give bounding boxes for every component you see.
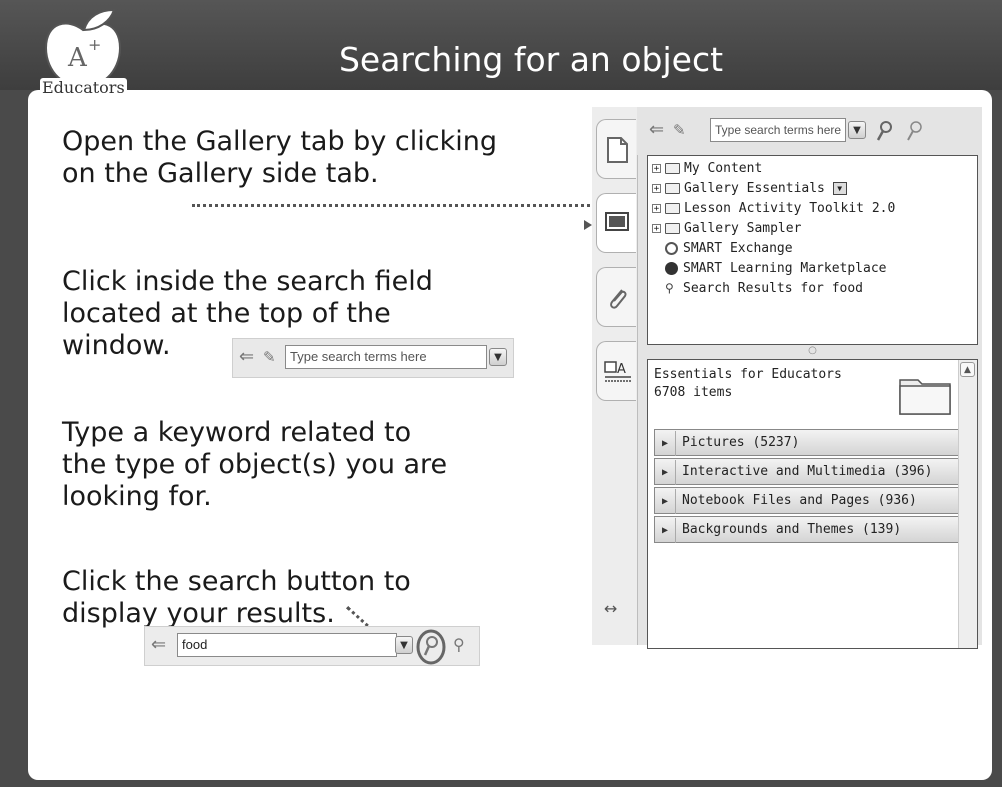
gallery-tree: + My Content + Gallery Essentials ▼ + Lesso… <box>647 155 978 345</box>
svg-text:A: A <box>67 43 88 73</box>
tree-item-label: Gallery Essentials <box>684 181 825 196</box>
collection-count: 6708 items <box>654 385 733 400</box>
pen-icon: ✎ <box>263 348 276 366</box>
tree-item-label: Lesson Activity Toolkit 2.0 <box>684 201 896 216</box>
expand-arrow-icon[interactable]: ▶ <box>655 518 676 543</box>
page-icon <box>607 137 628 163</box>
tree-item-smart-learning-marketplace[interactable]: SMART Learning Marketplace <box>665 261 887 281</box>
search-input-food[interactable]: food <box>177 633 397 657</box>
side-tabs: A ↔ <box>592 107 638 645</box>
tree-item-label: My Content <box>684 161 763 176</box>
globe-icon <box>665 242 678 255</box>
back-arrow-icon: ⇐ <box>151 634 167 655</box>
expand-icon[interactable]: + <box>652 204 661 214</box>
instruction-line: Open the Gallery tab by clicking <box>62 126 497 157</box>
clear-search-icon[interactable] <box>903 119 925 143</box>
category-backgrounds-themes[interactable]: ▶ Backgrounds and Themes (139) <box>654 516 959 543</box>
instruction-line: on the Gallery side tab. <box>62 158 379 189</box>
tree-item-search-results[interactable]: ⚲ Search Results for food <box>665 281 863 301</box>
instruction-line: looking for. <box>62 481 212 512</box>
instruction-line: Type a keyword related to <box>62 417 412 448</box>
clear-search-icon[interactable]: ⚲ <box>453 635 465 655</box>
paperclip-icon <box>610 289 627 309</box>
expand-arrow-icon[interactable]: ▶ <box>655 460 676 485</box>
pane-splitter[interactable]: ○ <box>647 345 978 359</box>
gallery-content-pane: Essentials for Educators 6708 items ▶ Pic… <box>647 359 978 649</box>
item-menu-icon[interactable]: ▼ <box>832 182 847 195</box>
svg-text:A: A <box>617 362 626 377</box>
scroll-up-icon[interactable]: ▲ <box>960 362 975 377</box>
category-label: Notebook Files and Pages (936) <box>682 493 917 508</box>
folder-icon <box>665 183 680 194</box>
gallery-panel: A ↔ ⇐ ✎ Type search terms here ▼ + My Con… <box>592 107 982 649</box>
gallery-image-icon <box>605 212 629 231</box>
category-label: Pictures (5237) <box>682 435 800 450</box>
tree-item-label: Gallery Sampler <box>684 221 802 236</box>
category-label: Backgrounds and Themes (139) <box>682 522 902 537</box>
expand-icon[interactable]: + <box>652 164 661 174</box>
instruction-step-1: Open the Gallery tab by clicking on the … <box>62 126 497 190</box>
back-arrow-icon: ⇐ <box>239 346 255 367</box>
tree-item-label: SMART Exchange <box>683 241 793 256</box>
search-bar-example: ⇐ ✎ Type search terms here ▼ <box>232 338 514 378</box>
search-input-example[interactable]: Type search terms here <box>285 345 487 369</box>
tree-item-my-content[interactable]: + My Content <box>652 161 762 181</box>
chevron-down-icon[interactable]: ▼ <box>489 348 507 366</box>
folder-icon <box>665 223 680 234</box>
expand-arrow-icon[interactable]: ▶ <box>655 431 676 456</box>
gallery-toolbar: ⇐ ✎ Type search terms here ▼ <box>637 107 982 155</box>
search-button-highlight-circle[interactable] <box>415 629 447 665</box>
tree-item-label: Search Results for food <box>683 281 864 296</box>
marketplace-icon <box>665 262 678 275</box>
instruction-line: the type of object(s) you are <box>62 449 448 480</box>
category-interactive-multimedia[interactable]: ▶ Interactive and Multimedia (396) <box>654 458 959 485</box>
tree-item-gallery-essentials[interactable]: + Gallery Essentials ▼ <box>652 181 847 201</box>
tree-item-gallery-sampler[interactable]: + Gallery Sampler <box>652 221 801 241</box>
pointer-arrowhead <box>584 220 592 230</box>
pen-icon[interactable]: ✎ <box>673 120 686 140</box>
back-arrow-icon[interactable]: ⇐ <box>649 120 664 140</box>
search-bar-example-food: ⇐ food ▼ ⚲ <box>144 626 480 666</box>
category-notebook-files[interactable]: ▶ Notebook Files and Pages (936) <box>654 487 959 514</box>
instruction-line: Click the search button to <box>62 566 411 597</box>
instruction-step-3: Type a keyword related to the type of ob… <box>62 417 447 513</box>
tree-item-lesson-activity-toolkit[interactable]: + Lesson Activity Toolkit 2.0 <box>652 201 895 221</box>
scrollbar[interactable]: ▲ <box>958 360 977 648</box>
category-pictures[interactable]: ▶ Pictures (5237) <box>654 429 959 456</box>
tab-attachments[interactable] <box>596 267 636 327</box>
star-folder-icon <box>665 163 680 174</box>
expand-icon[interactable]: + <box>652 184 661 194</box>
collection-header: Essentials for Educators 6708 items <box>654 366 842 402</box>
tab-properties[interactable]: A <box>596 341 636 401</box>
folder-icon <box>899 379 951 415</box>
slide-title: Searching for an object <box>338 40 724 79</box>
expand-icon[interactable]: + <box>652 224 661 234</box>
folder-icon <box>665 203 680 214</box>
tab-gallery[interactable] <box>596 193 636 253</box>
gallery-search-input[interactable]: Type search terms here <box>710 118 846 142</box>
svg-text:+: + <box>88 35 101 54</box>
expand-arrow-icon[interactable]: ▶ <box>655 489 676 514</box>
tree-item-smart-exchange[interactable]: SMART Exchange <box>665 241 793 261</box>
chevron-down-icon[interactable]: ▼ <box>848 121 866 139</box>
properties-icon: A <box>604 361 631 382</box>
instruction-line: Click inside the search field <box>62 266 433 297</box>
category-label: Interactive and Multimedia (396) <box>682 464 933 479</box>
magnifier-icon: ⚲ <box>665 281 674 295</box>
tree-item-label: SMART Learning Marketplace <box>683 261 887 276</box>
resize-arrows-icon[interactable]: ↔ <box>604 599 617 618</box>
collection-title: Essentials for Educators <box>654 367 842 382</box>
tab-page-sorter[interactable] <box>596 119 636 179</box>
instruction-line: located at the top of the <box>62 298 391 329</box>
chevron-down-icon[interactable]: ▼ <box>395 636 413 654</box>
search-icon[interactable] <box>873 119 895 143</box>
logo-text: Educators <box>40 78 127 97</box>
dotted-pointer-line <box>192 204 590 207</box>
